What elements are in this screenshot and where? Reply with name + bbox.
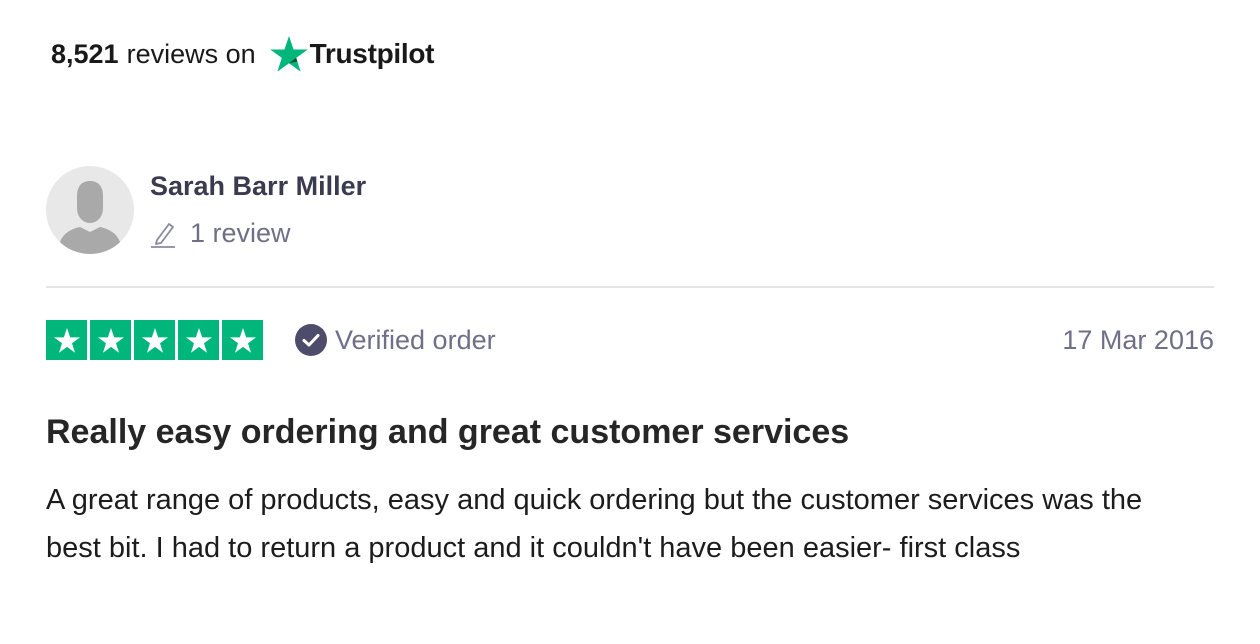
review-body: A great range of products, easy and quic… xyxy=(46,484,1143,564)
reviewer: Sarah Barr Miller 1 review xyxy=(46,166,366,254)
reviewer-name[interactable]: Sarah Barr Miller xyxy=(150,170,366,202)
default-user-icon xyxy=(58,181,122,254)
star-icon xyxy=(46,320,87,360)
rating-row: Verified order 17 Mar 2016 xyxy=(46,320,1214,360)
star-icon xyxy=(222,320,263,360)
verified-order-badge[interactable]: Verified order xyxy=(295,324,496,356)
trustpilot-header[interactable]: 8,521 reviews on Trustpilot xyxy=(51,36,434,72)
pencil-icon xyxy=(151,222,175,248)
trustpilot-star-icon xyxy=(269,36,308,72)
review-card: 8,521 reviews on Trustpilot Sarah Barr M… xyxy=(0,0,1260,644)
star-icon xyxy=(134,320,175,360)
star-icon xyxy=(90,320,131,360)
review-date: 17 Mar 2016 xyxy=(1062,324,1214,355)
review-count-label: 1 review xyxy=(190,218,291,248)
trustpilot-logo[interactable]: Trustpilot xyxy=(269,36,435,72)
star-icon xyxy=(178,320,219,360)
check-circle-icon xyxy=(295,324,327,356)
avatar[interactable] xyxy=(46,166,134,254)
reviewer-info: Sarah Barr Miller 1 review xyxy=(150,166,366,249)
reviewer-review-count: 1 review xyxy=(150,218,366,249)
review-title[interactable]: Really easy ordering and great customer … xyxy=(46,410,849,454)
review-count-total: 8,521 xyxy=(51,38,119,69)
reviews-on-label: reviews on xyxy=(126,38,256,69)
trustpilot-wordmark: Trustpilot xyxy=(309,38,435,69)
divider xyxy=(46,286,1214,288)
verified-order-label: Verified order xyxy=(335,324,496,355)
star-rating xyxy=(46,320,263,360)
